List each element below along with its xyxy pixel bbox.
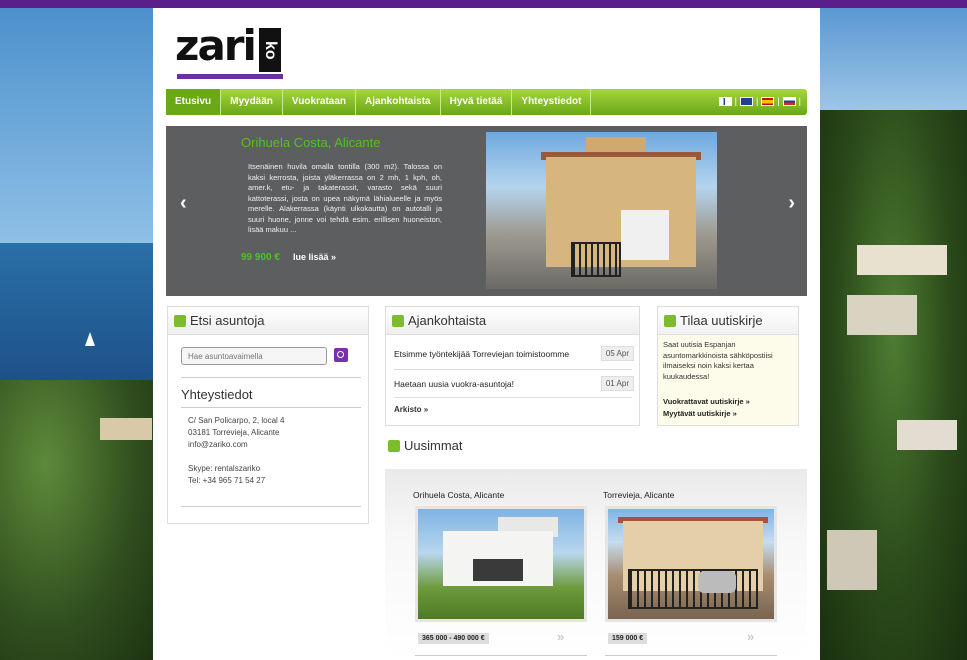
divider — [181, 407, 361, 408]
top-accent-bar — [0, 0, 967, 8]
contact-details: C/ San Policarpo, 2, local 4 03181 Torre… — [188, 415, 285, 487]
divider — [181, 506, 361, 507]
news-archive-link[interactable]: Arkisto » — [394, 405, 428, 414]
slider-next-arrow[interactable]: › — [788, 192, 795, 215]
listing-card[interactable]: Torrevieja, Alicante 159 000 € » — [575, 469, 777, 660]
russian-flag-icon[interactable] — [782, 96, 796, 106]
listing-more-arrow-icon[interactable]: » — [747, 629, 754, 644]
contact-address-line1: C/ San Policarpo, 2, local 4 — [188, 416, 285, 425]
search-panel-title: Etsi asuntoja — [190, 313, 265, 328]
slider-title[interactable]: Orihuela Costa, Alicante — [241, 135, 380, 150]
search-input[interactable] — [181, 347, 327, 365]
speech-bubble-icon — [392, 314, 404, 327]
news-item-date: 01 Apr — [600, 376, 634, 391]
nav-item-contact[interactable]: Yhteystiedot — [512, 89, 592, 115]
newsletter-description: Saat uutisia Espanjan asuntomarkkinoista… — [663, 340, 773, 381]
search-panel: Etsi asuntoja Yhteystiedot C/ San Polica… — [167, 306, 369, 524]
main-navigation: Etusivu Myydään Vuokrataan Ajankohtaista… — [166, 89, 807, 115]
listing-more-arrow-icon[interactable]: » — [557, 629, 564, 644]
nav-item-news[interactable]: Ajankohtaista — [356, 89, 441, 115]
background-house — [857, 245, 947, 275]
site-logo[interactable]: zari ko — [175, 24, 295, 84]
newsletter-panel-header: Tilaa uutiskirje — [658, 307, 798, 335]
slider-read-more-link[interactable]: lue lisää » — [293, 252, 336, 262]
newest-section-header: Uusimmat — [388, 438, 463, 453]
background-house — [847, 295, 917, 335]
listing-price: 365 000 - 490 000 € — [418, 633, 489, 644]
finnish-flag-icon[interactable] — [718, 96, 732, 106]
listing-price: 159 000 € — [608, 633, 648, 644]
news-panel: Ajankohtaista Etsimme työntekijää Torrev… — [385, 306, 640, 426]
slider-property-photo[interactable] — [486, 132, 717, 289]
contact-email[interactable]: info@zariko.com — [188, 439, 285, 451]
page-container: zari ko Etusivu Myydään Vuokrataan Ajank… — [153, 8, 820, 660]
newsletter-rent-link[interactable]: Vuokrattavat uutiskirje » — [663, 397, 750, 406]
news-item-date: 05 Apr — [600, 346, 634, 361]
newest-section-title: Uusimmat — [404, 438, 463, 453]
divider — [394, 397, 632, 398]
divider — [415, 655, 587, 656]
background-house — [100, 418, 152, 440]
nav-item-home[interactable]: Etusivu — [166, 89, 222, 115]
newsletter-panel: Tilaa uutiskirje Saat uutisia Espanjan a… — [657, 306, 799, 426]
english-flag-icon[interactable] — [739, 96, 753, 106]
featured-slider: ‹ Orihuela Costa, Alicante Itsenäinen hu… — [166, 126, 807, 296]
sailboat-image — [85, 332, 95, 346]
news-item-title[interactable]: Etsimme työntekijää Torreviejan toimisto… — [394, 349, 569, 359]
nav-item-for-rent[interactable]: Vuokrataan — [283, 89, 357, 115]
newsletter-sale-link[interactable]: Myytävät uutiskirje » — [663, 409, 737, 418]
nav-item-for-sale[interactable]: Myydään — [221, 89, 283, 115]
spanish-flag-icon[interactable] — [761, 96, 775, 106]
contact-phone: Tel: +34 965 71 54 27 — [188, 476, 266, 485]
slider-prev-arrow[interactable]: ‹ — [180, 192, 187, 215]
list-icon — [388, 439, 400, 452]
contact-skype: Skype: rentalszariko — [188, 464, 261, 473]
listing-photo[interactable] — [605, 506, 777, 622]
logo-underline — [177, 74, 283, 79]
background-sea — [0, 243, 153, 393]
newsletter-panel-title: Tilaa uutiskirje — [680, 313, 763, 328]
news-item[interactable]: Etsimme työntekijää Torreviejan toimisto… — [394, 346, 634, 361]
newest-listings: Orihuela Costa, Alicante 365 000 - 490 0… — [385, 469, 807, 660]
contact-address-line2: 03181 Torrevieja, Alicante — [188, 428, 280, 437]
search-panel-header: Etsi asuntoja — [168, 307, 368, 335]
background-sky-left — [0, 8, 153, 243]
background-house — [897, 420, 957, 450]
news-panel-title: Ajankohtaista — [408, 313, 487, 328]
news-item[interactable]: Haetaan uusia vuokra-asuntoja! 01 Apr — [394, 376, 634, 391]
news-item-title[interactable]: Haetaan uusia vuokra-asuntoja! — [394, 379, 514, 389]
listing-location[interactable]: Orihuela Costa, Alicante — [413, 490, 504, 500]
divider — [394, 369, 632, 370]
contact-title: Yhteystiedot — [181, 387, 253, 402]
slider-price: 99 900 € — [241, 252, 280, 263]
divider — [181, 377, 361, 378]
divider — [605, 655, 777, 656]
listing-card[interactable]: Orihuela Costa, Alicante 365 000 - 490 0… — [385, 469, 587, 660]
background-house — [827, 530, 877, 590]
language-selector: | | | | — [718, 96, 801, 106]
search-button[interactable] — [334, 348, 348, 362]
slider-description: Itsenäinen huvila omalla tontilla (300 m… — [248, 162, 442, 234]
news-panel-header: Ajankohtaista — [386, 307, 639, 335]
envelope-icon — [664, 314, 676, 327]
home-icon — [174, 314, 186, 327]
nav-item-good-to-know[interactable]: Hyvä tietää — [441, 89, 513, 115]
listing-location[interactable]: Torrevieja, Alicante — [603, 490, 674, 500]
logo-suffix: ko — [259, 28, 281, 72]
listing-photo[interactable] — [415, 506, 587, 622]
